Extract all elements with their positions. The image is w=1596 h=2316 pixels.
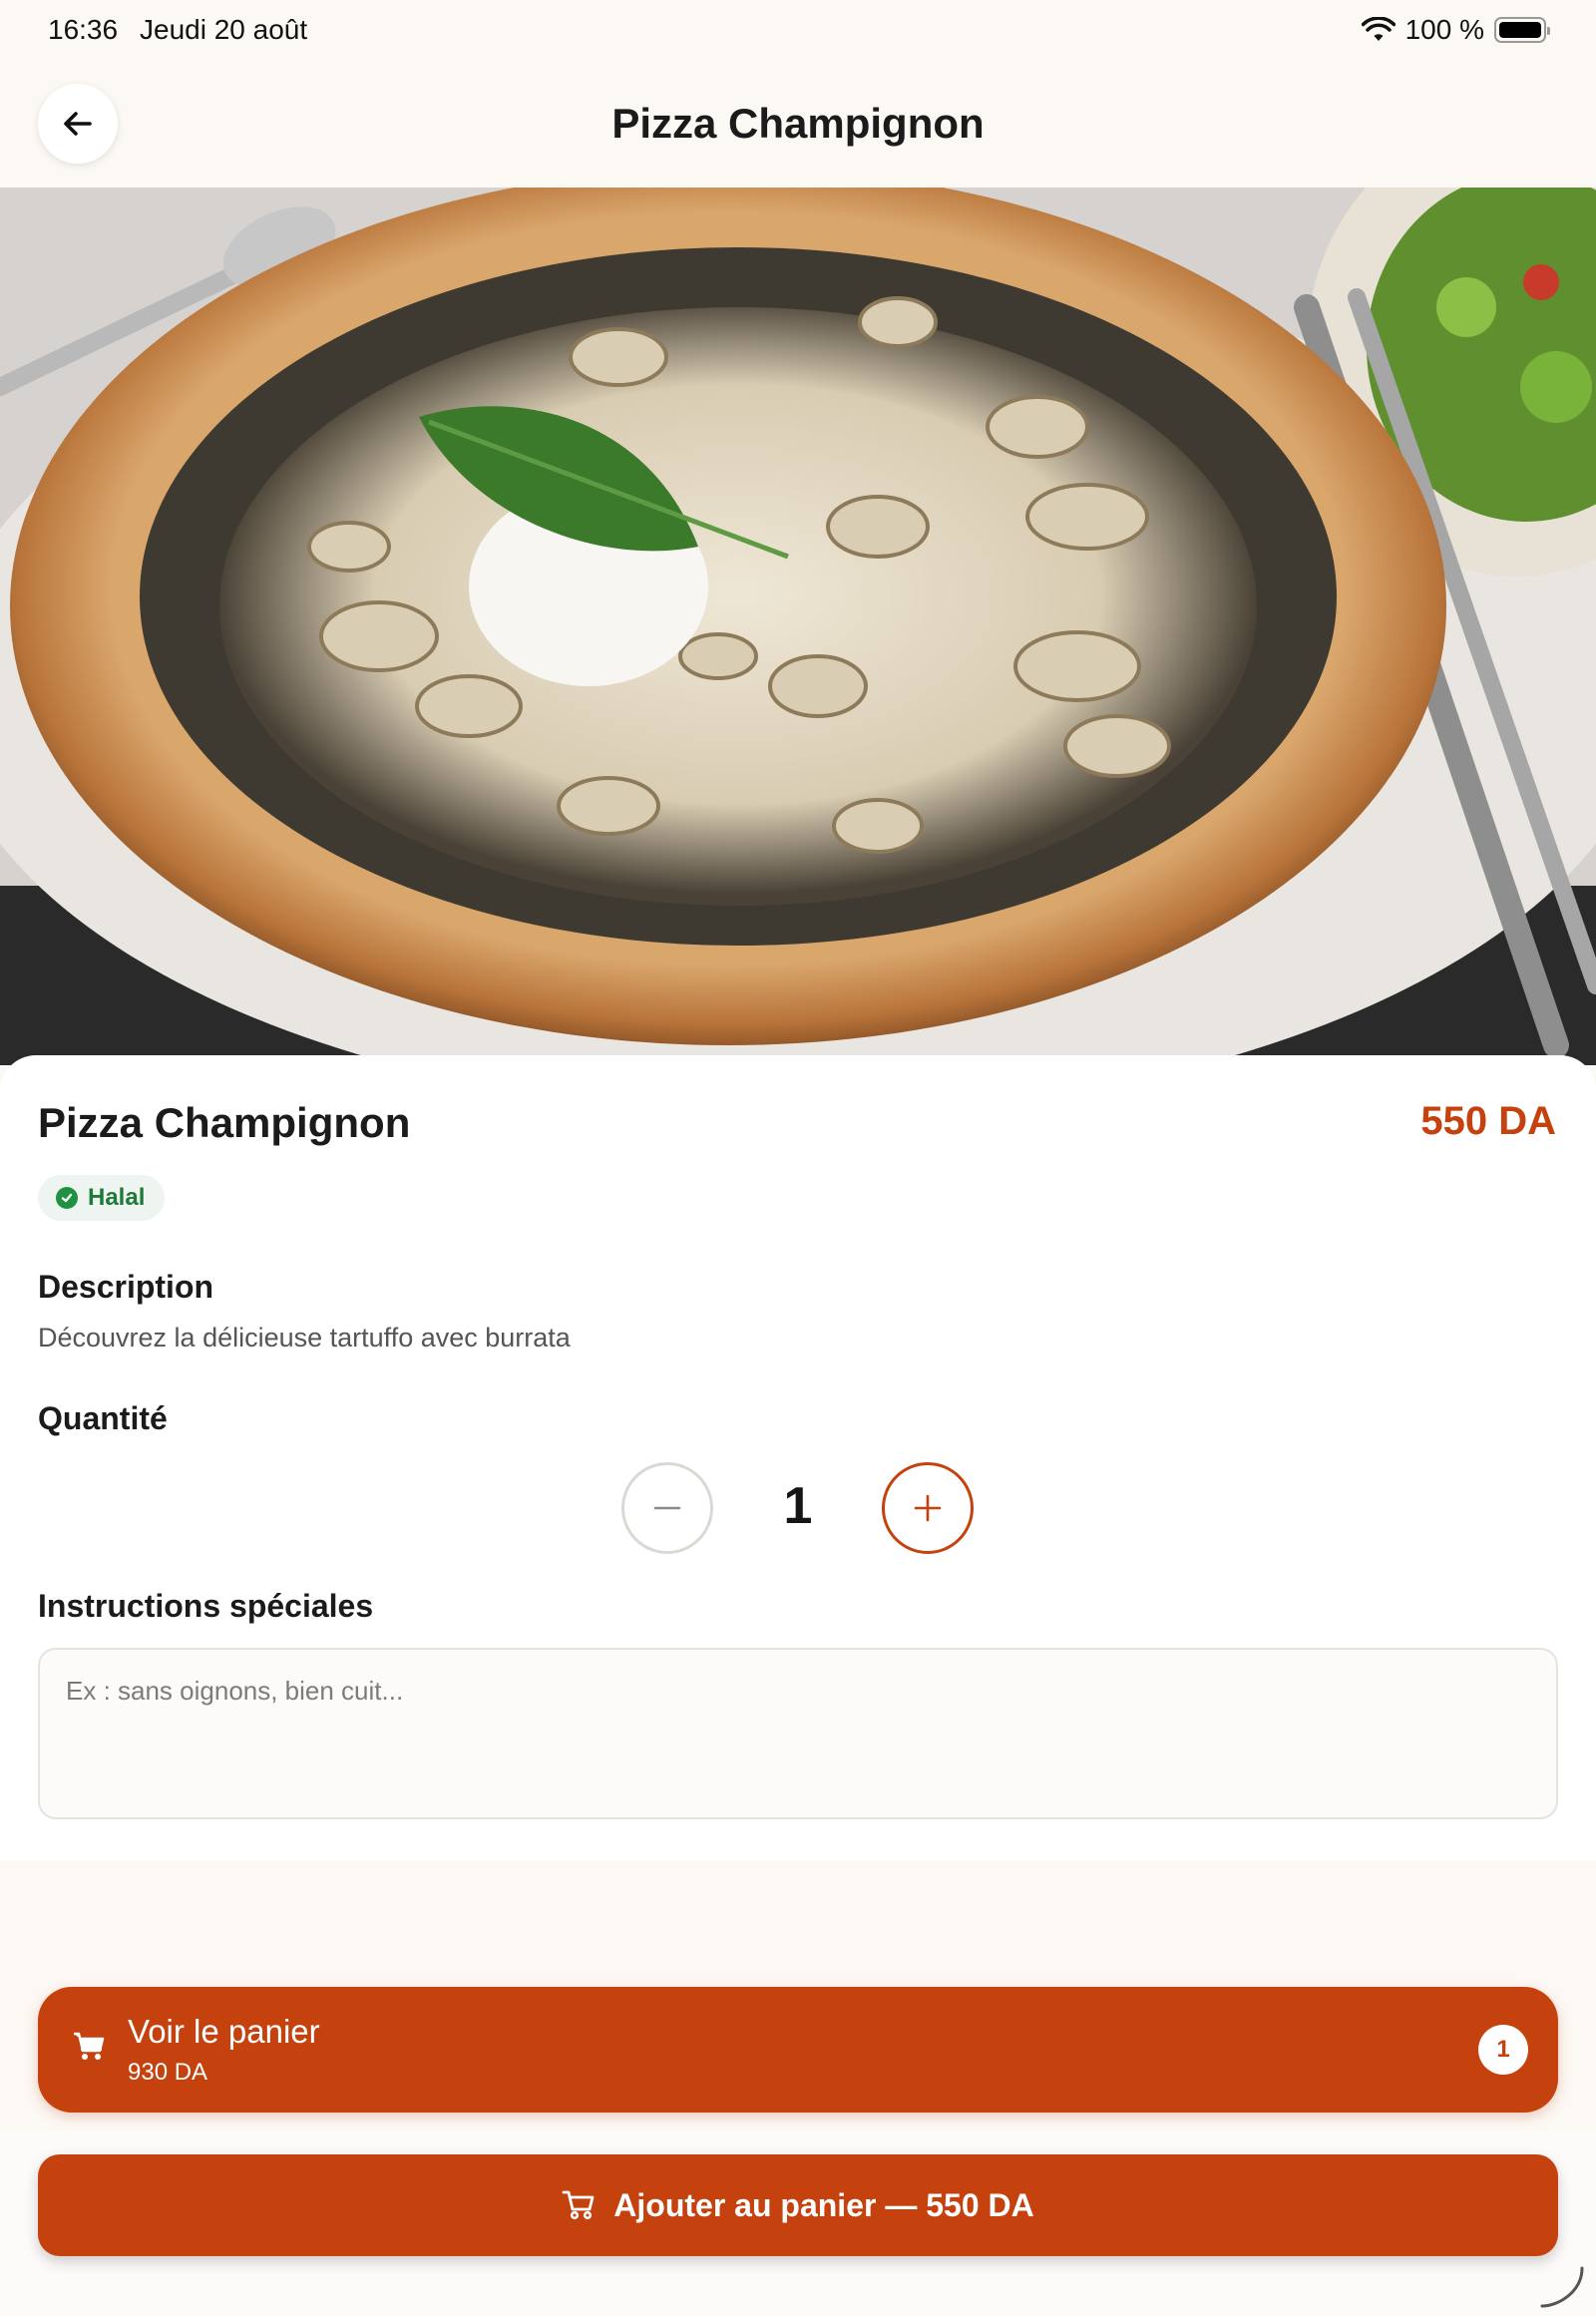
product-details-card: Pizza Champignon 550 DA Halal Descriptio… [0,1055,1596,1861]
plus-icon [914,1494,942,1522]
battery-percent: 100 % [1404,14,1484,45]
quantity-heading: Quantité [38,1400,168,1436]
cart-count-badge: 1 [1478,2025,1528,2075]
status-bar: 16:36 Jeudi 20 août 100 % [0,0,1596,62]
product-price: 550 DA [1420,1099,1556,1143]
pizza-photo [0,188,1596,1065]
status-time: 16:36 [48,14,119,45]
cart-icon [74,2032,105,2060]
resize-handle-icon [1540,2266,1584,2308]
view-cart-button[interactable]: Voir le panier 930 DA 1 [38,1987,1558,2113]
halal-badge: Halal [38,1175,166,1221]
product-name: Pizza Champignon [38,1099,411,1146]
battery-icon [1494,17,1550,43]
instructions-heading: Instructions spéciales [38,1588,374,1624]
check-circle-icon [56,1187,78,1209]
description-text: Découvrez la délicieuse tartuffo avec bu… [38,1323,571,1352]
status-date: Jeudi 20 août [140,14,308,45]
page-title: Pizza Champignon [611,100,985,147]
wifi-icon [1361,17,1396,41]
quantity-stepper: 1 [0,1458,1596,1558]
increase-quantity-button[interactable] [882,1462,974,1554]
decrease-quantity-button[interactable] [621,1462,713,1554]
add-to-cart-button[interactable]: Ajouter au panier — 550 DA [38,2154,1558,2256]
halal-badge-label: Halal [88,1184,146,1211]
top-nav: Pizza Champignon [0,62,1596,188]
description-heading: Description [38,1269,214,1305]
add-to-cart-label: Ajouter au panier — 550 DA [613,2186,1034,2223]
cart-title: Voir le panier [128,2013,320,2050]
special-instructions-field[interactable] [38,1648,1558,1819]
cart-icon [562,2190,595,2220]
minus-icon [653,1506,681,1510]
quantity-value: 1 [783,1477,813,1535]
cart-total: 930 DA [128,2059,208,2086]
bottom-action-area: Ajouter au panier — 550 DA [0,2130,1596,2316]
status-indicators: 100 % [1361,14,1550,46]
